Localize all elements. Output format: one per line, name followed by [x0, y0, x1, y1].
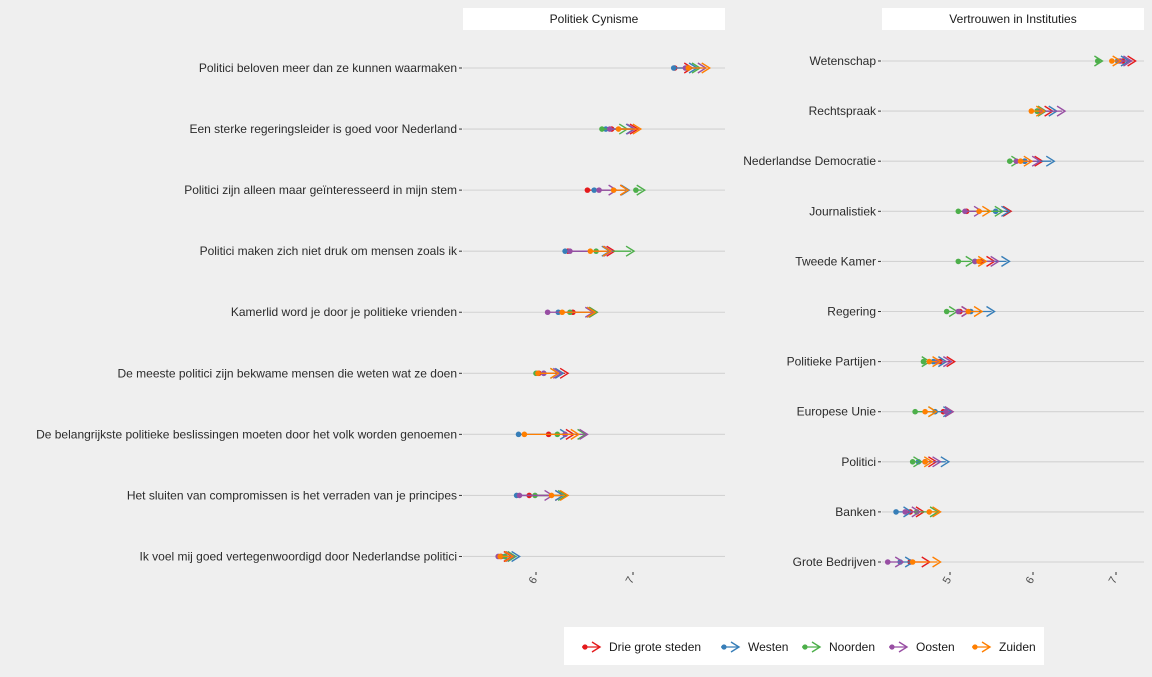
point-start [633, 187, 639, 193]
legend-key-dot [721, 644, 727, 650]
legend-label: Drie grote steden [609, 640, 701, 654]
y-tick-label-grote-bedrijven: Grote Bedrijven [793, 555, 876, 569]
point-start [922, 408, 928, 415]
point-start [909, 559, 916, 565]
y-tick-label-politici: Politici [841, 455, 876, 469]
legend-label: Westen [748, 640, 788, 654]
point-start [1006, 158, 1013, 164]
point-start [955, 258, 962, 265]
point-start [670, 65, 677, 71]
y-tick-label-nederlandse-democratie: Nederlandse Democratie [743, 154, 876, 168]
point-start [591, 187, 597, 193]
point-start [521, 431, 528, 438]
y-tick-label-rechtspraak: Rechtspraak [809, 104, 877, 118]
point-start [599, 126, 605, 132]
point-start [893, 509, 899, 515]
point-start [497, 553, 503, 560]
legend-key-dot [582, 644, 588, 650]
y-tick-label-regering: Regering [827, 305, 876, 319]
point-start [912, 408, 918, 415]
point-start [1109, 58, 1115, 64]
point-start [516, 492, 523, 499]
point-start [562, 248, 568, 254]
x-tick-label: 5 [941, 575, 954, 586]
y-tick-label-tweede-kamer: Tweede Kamer [795, 254, 876, 268]
legend-label: Noorden [829, 640, 875, 654]
y-tick-label-journalistiek: Journalistiek [809, 204, 877, 218]
point-start [922, 459, 928, 465]
point-start [976, 208, 982, 215]
x-tick-label: 6 [1024, 575, 1037, 586]
y-tick-label-europese-unie: Europese Unie [797, 405, 877, 419]
legend-item-westen: Westen [721, 640, 788, 654]
y-tick-label-banken: Banken [835, 505, 876, 519]
point-start [976, 258, 982, 265]
legend-key-dot [972, 644, 978, 650]
facet-title: Politiek Cynisme [550, 12, 639, 26]
point-start [884, 559, 891, 565]
y-tick-label-politici-maken-zich-niet-druk-om-mensen-zoals-ik: Politici maken zich niet druk om mensen … [200, 244, 458, 258]
x-tick-label: 7 [1107, 575, 1120, 586]
point-start [584, 187, 591, 193]
point-start [909, 459, 916, 465]
legend-key-dot [889, 644, 895, 650]
x-tick-label: 6 [527, 575, 540, 586]
y-tick-label-politici-beloven-meer-dan-ze-kunnen-waarmaken: Politici beloven meer dan ze kunnen waar… [199, 61, 457, 75]
legend-label: Zuiden [999, 640, 1036, 654]
y-tick-label-een-sterke-regeringsleider-is-goed-voor-nederland: Een sterke regeringsleider is goed voor … [190, 122, 458, 136]
panel-vertrouwen-in-instituties: Vertrouwen in Instituties Wetenschap Recht… [743, 8, 1144, 586]
y-tick-label-de-belangrijkste-politieke-beslissingen-moeten-door-het-volk-worden-genoemen: De belangrijkste politieke beslissingen … [36, 427, 457, 441]
point-start [559, 309, 565, 316]
y-tick-label-ik-voel-mij-goed-vertegenwoordigd-door-nederlandse-politici: Ik voel mij goed vertegenwoordigd door N… [139, 549, 457, 563]
point-start [535, 370, 541, 377]
point-start [615, 126, 622, 132]
y-tick-label-de-meeste-politici-zijn-bekwame-mensen-die-weten-wat-ze-doen: De meeste politici zijn bekwame mensen d… [117, 366, 457, 380]
chart-root: Politiek Cynisme Politici beloven meer da… [0, 0, 1152, 672]
y-tick-label-kamerlid-word-je-door-je-politieke-vrienden: Kamerlid word je door je politieke vrien… [231, 305, 457, 319]
point-start [943, 408, 949, 415]
point-start [596, 187, 602, 193]
point-start [902, 509, 908, 515]
point-start [548, 492, 555, 499]
dumbbell-chart: Politiek Cynisme Politici beloven meer da… [36, 8, 1144, 665]
point-start [955, 308, 962, 315]
x-tick-label: 7 [624, 575, 637, 586]
point-start [515, 431, 522, 438]
point-start [926, 509, 933, 515]
point-start [610, 187, 617, 193]
point-start [926, 358, 933, 365]
point-start [544, 309, 551, 316]
facet-title: Vertrouwen in Instituties [949, 12, 1076, 26]
legend-label: Oosten [916, 640, 955, 654]
legend: Drie grote steden Westen Noorden Oosten Zuid… [564, 627, 1044, 665]
legend-item-noorden: Noorden [802, 640, 875, 654]
y-tick-label-het-sluiten-van-compromissen-is-het-verraden-van-je-principes: Het sluiten van compromissen is het verr… [127, 488, 457, 502]
point-start [955, 208, 962, 215]
point-start [606, 126, 613, 132]
point-start [943, 308, 950, 315]
point-start [587, 248, 594, 254]
point-start [965, 308, 972, 315]
y-tick-label-wetenschap: Wetenschap [810, 54, 877, 68]
point-start [1028, 108, 1035, 114]
y-tick-label-politieke-partijen: Politieke Partijen [787, 355, 876, 369]
point-start [567, 248, 573, 254]
legend-key-dot [802, 644, 808, 650]
y-tick-label-politici-zijn-alleen-maar-geinteresseerd-in-mijn-stem: Politici zijn alleen maar geïnteresseerd… [184, 183, 457, 197]
point-start [685, 65, 692, 71]
panel-politiek-cynisme: Politiek Cynisme Politici beloven meer da… [36, 8, 725, 586]
point-start [962, 208, 968, 215]
point-start [1017, 158, 1024, 164]
series-noorden [909, 55, 1104, 518]
